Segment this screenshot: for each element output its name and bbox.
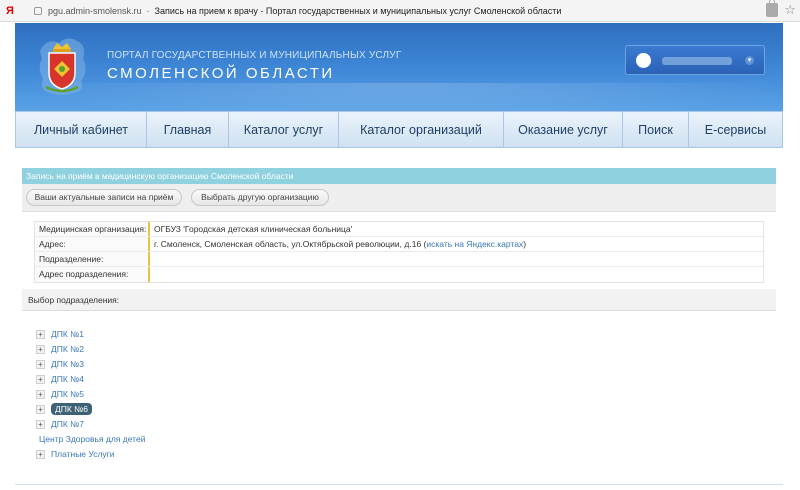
lock-icon[interactable] (766, 0, 779, 17)
tree-item-dpk1[interactable]: ДПК №1 (51, 329, 84, 339)
division-label: Подразделение: (35, 252, 148, 266)
section-title: Запись на приём в медицинскую организаци… (22, 168, 776, 184)
address-close-paren: ) (523, 239, 527, 249)
yandex-maps-link[interactable]: искать на Яндекс.картах (426, 239, 523, 249)
portal-title[interactable]: Смоленской области (107, 65, 335, 82)
list-item: + ДПК №4 (36, 372, 84, 386)
site-header: Портал государственных и муниципальных у… (15, 23, 783, 111)
browser-toolbar: Я pgu.admin-smolensk.ru - Запись на прие… (0, 0, 800, 22)
info-row-address: Адрес: г. Смоленск, Смоленская область, … (35, 237, 763, 252)
address-label: Адрес: (35, 237, 148, 251)
info-row-division-address: Адрес подразделения: (35, 267, 763, 282)
list-item: + ДПК №2 (36, 342, 84, 356)
division-value (148, 252, 763, 266)
expand-plus-icon[interactable]: + (36, 419, 45, 429)
expand-plus-icon[interactable]: + (36, 374, 45, 384)
org-label: Медицинская организация: (35, 222, 148, 236)
chevron-down-icon[interactable]: ▾ (745, 56, 754, 65)
nav-item-cabinet[interactable]: Личный кабинет (16, 112, 147, 147)
coat-of-arms-icon[interactable] (37, 35, 87, 97)
organization-info-table: Медицинская организация: ОГБУЗ 'Городска… (34, 221, 764, 283)
tree-item-dpk7[interactable]: ДПК №7 (51, 419, 84, 429)
page-title: Запись на прием к врачу - Портал государ… (154, 5, 562, 16)
expand-plus-icon[interactable]: + (36, 344, 45, 354)
nav-item-service-delivery[interactable]: Оказание услуг (504, 112, 623, 147)
bookmark-star-icon[interactable]: ☆ (784, 3, 796, 17)
current-appointments-button[interactable]: Ваши актуальные записи на приём (26, 189, 182, 206)
nav-item-organizations-catalog[interactable]: Каталог организаций (339, 112, 504, 147)
address-value: г. Смоленск, Смоленская область, ул.Октя… (154, 239, 427, 249)
division-address-value (148, 267, 763, 282)
user-avatar-icon (636, 53, 651, 68)
tree-item-paid-services[interactable]: Платные Услуги (51, 449, 115, 459)
page-icon (34, 6, 42, 15)
list-item: + ДПК №1 (36, 327, 84, 341)
tree-item-dpk3[interactable]: ДПК №3 (51, 359, 84, 369)
list-item: + ДПК №5 (36, 387, 84, 401)
expand-plus-icon[interactable]: + (36, 359, 45, 369)
main-nav: Личный кабинет Главная Каталог услуг Кат… (15, 111, 783, 148)
tree-item-dpk4[interactable]: ДПК №4 (51, 374, 84, 384)
org-value: ОГБУЗ 'Городская детская клиническая бол… (148, 222, 763, 236)
list-item: + ДПК №3 (36, 357, 84, 371)
expand-plus-icon[interactable]: + (36, 404, 45, 414)
browser-actions: ☆ (766, 0, 796, 17)
footer-divider (15, 484, 783, 485)
expand-plus-icon[interactable]: + (36, 389, 45, 399)
action-bar: Ваши актуальные записи на приём Выбрать … (22, 184, 776, 212)
list-item: + Платные Услуги (36, 447, 115, 461)
portal-subtitle: Портал государственных и муниципальных у… (107, 50, 402, 61)
tree-item-children-health-center[interactable]: Центр Здоровья для детей (39, 434, 145, 444)
title-separator: - (146, 5, 150, 16)
info-row-division: Подразделение: (35, 252, 763, 267)
tree-item-dpk5[interactable]: ДПК №5 (51, 389, 84, 399)
nav-item-services-catalog[interactable]: Каталог услуг (229, 112, 339, 147)
division-select-heading: Выбор подразделения: (22, 289, 776, 311)
tree-item-dpk6-selected[interactable]: ДПК №6 (51, 403, 93, 415)
yandex-logo[interactable]: Я (0, 5, 20, 17)
list-item: + ДПК №7 (36, 417, 84, 431)
address-url[interactable]: pgu.admin-smolensk.ru (48, 6, 142, 16)
expand-plus-icon[interactable]: + (36, 449, 45, 459)
division-address-label: Адрес подразделения: (35, 267, 148, 282)
nav-item-search[interactable]: Поиск (623, 112, 689, 147)
nav-item-e-services[interactable]: Е-сервисы (689, 112, 782, 147)
list-item: + ДПК №6 (36, 402, 93, 416)
expand-plus-icon[interactable]: + (36, 329, 45, 339)
list-item: Центр Здоровья для детей (39, 432, 145, 446)
info-row-organization: Медицинская организация: ОГБУЗ 'Городска… (35, 222, 763, 237)
user-name-blurred (662, 57, 732, 65)
choose-organization-button[interactable]: Выбрать другую организацию (191, 189, 329, 206)
nav-item-home[interactable]: Главная (147, 112, 229, 147)
address-value-cell: г. Смоленск, Смоленская область, ул.Октя… (148, 237, 763, 251)
user-login-box[interactable]: ▾ (625, 45, 765, 75)
tree-item-dpk2[interactable]: ДПК №2 (51, 344, 84, 354)
